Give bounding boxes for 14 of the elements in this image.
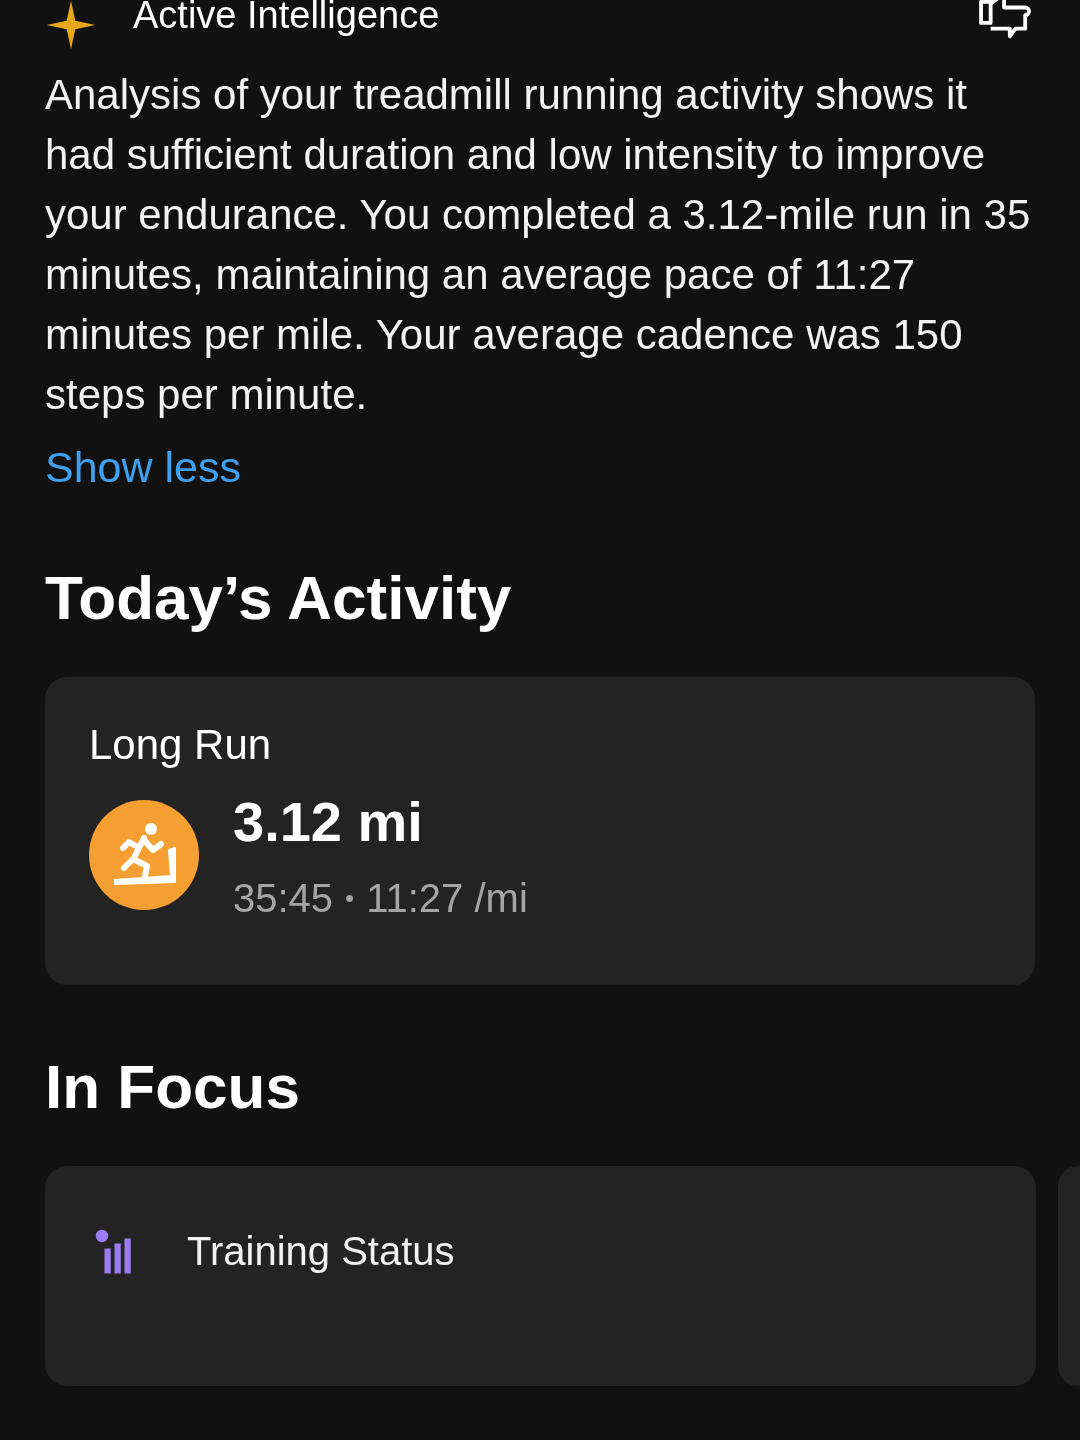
section-title: Active Intelligence xyxy=(133,0,441,37)
pace-value: 11:27 /mi xyxy=(366,876,528,921)
card-title: Training Status xyxy=(187,1228,455,1274)
activity-name: Long Run xyxy=(89,721,273,769)
analysis-paragraph: Analysis of your treadmill running activity shows it had sufficient duration and low intensity to improve your endurance. You completed a 3.12-mile run in 35 minutes, maintaining an average pace of 11:27 minutes per mile. Your average cadence was 150 steps per minute. xyxy=(45,70,1032,420)
focus-card[interactable]: Training Status xyxy=(45,1166,1036,1386)
treadmill-runner-icon xyxy=(89,800,199,910)
show-less-link[interactable]: Show less xyxy=(45,443,241,492)
duration-value: 35:45 xyxy=(233,876,334,921)
section-heading: Today’s Activity xyxy=(45,562,513,633)
separator-dot: • xyxy=(345,883,355,914)
activity-card[interactable]: Long Run 3.12 mi 35:45 • 11:27 /mi xyxy=(45,677,1035,985)
section-heading: In Focus xyxy=(45,1051,301,1122)
distance-value: 3.12 mi xyxy=(233,789,424,854)
